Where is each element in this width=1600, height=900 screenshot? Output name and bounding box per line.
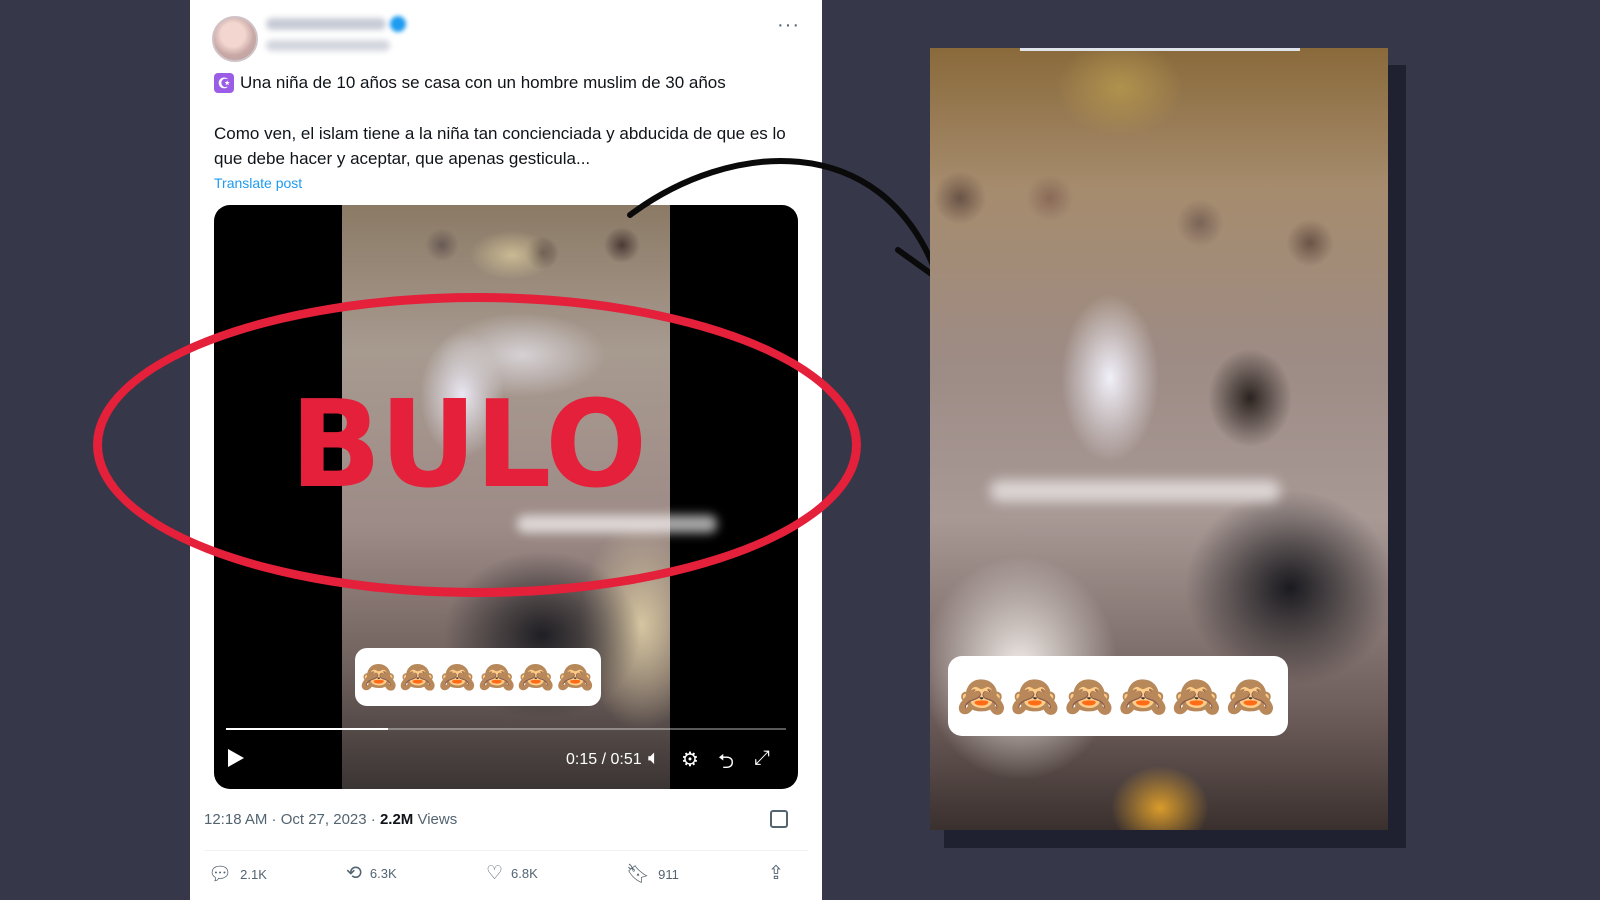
views-label: Views [413, 811, 458, 828]
blurred-caption [990, 480, 1280, 502]
crescent-icon: ☪ [214, 73, 234, 93]
heart-icon: ♡ [486, 863, 504, 884]
reply-button[interactable]: 💬︎ 2.1K [208, 862, 267, 886]
bookmark-icon: 🔖︎ [626, 864, 651, 885]
share-icon: ⇪ [768, 863, 784, 884]
curved-arrow-icon [627, 158, 953, 281]
repost-icon: ⟲ [346, 863, 362, 884]
blurred-display-name [266, 18, 386, 30]
bulo-stamp-text: BULO [290, 376, 647, 515]
zoom-emoji-overlay: 🙈🙈🙈🙈🙈🙈 [948, 656, 1288, 736]
video-emoji-overlay: 🙈🙈🙈🙈🙈🙈 [355, 648, 601, 706]
analytics-icon[interactable] [770, 810, 788, 828]
views-count: 2.2M [379, 811, 414, 828]
divider [204, 850, 808, 851]
repost-count: 6.3K [369, 866, 397, 881]
reply-icon: 💬︎ [208, 864, 233, 885]
bookmark-count: 911 [658, 866, 679, 882]
tweet-meta: 12:18 AM · Oct 27, 2023 · 2.2M Views [204, 811, 457, 828]
like-count: 6.8K [511, 866, 538, 881]
blurred-handle [266, 40, 390, 51]
volume-icon[interactable]: 🔈︎ [642, 747, 666, 770]
translate-post-link[interactable]: Translate post [214, 175, 302, 191]
tweet-actions: 💬︎ 2.1K ⟲ 6.3K ♡ 6.8K 🔖︎ 911 ⇪ [208, 862, 804, 888]
tweet-headline-text: Una niña de 10 años se casa con un hombr… [240, 73, 726, 92]
bookmark-button[interactable]: 🔖︎ 911 [626, 862, 679, 886]
settings-gear-icon[interactable]: ⚙ [678, 747, 702, 772]
like-button[interactable]: ♡ 6.8K [486, 862, 538, 885]
more-options-icon[interactable]: ··· [777, 14, 800, 37]
tweet-headline: ☪ Una niña de 10 años se casa con un hom… [214, 73, 726, 93]
tweet-timestamp[interactable]: 12:18 AM · Oct 27, 2023 · [204, 811, 380, 828]
avatar[interactable] [212, 16, 258, 62]
video-time: 0:15 / 0:51 [566, 751, 642, 768]
video-controls: 0:15 / 0:51 🔈︎ ⚙ ⮌ ⤢ [214, 745, 798, 781]
zoomed-video-frame: 🙈🙈🙈🙈🙈🙈 [930, 48, 1388, 830]
reply-count: 2.1K [240, 866, 267, 882]
zoom-progress-line [1020, 48, 1300, 51]
repost-button[interactable]: ⟲ 6.3K [346, 862, 397, 885]
share-button[interactable]: ⇪ [768, 862, 784, 885]
video-progress-bar[interactable] [226, 728, 786, 730]
play-icon[interactable] [228, 749, 244, 767]
fullscreen-icon[interactable]: ⤢ [750, 747, 774, 770]
picture-in-picture-icon[interactable]: ⮌ [714, 747, 738, 781]
video-progress-fill [226, 728, 389, 730]
verified-badge-icon [390, 16, 406, 32]
